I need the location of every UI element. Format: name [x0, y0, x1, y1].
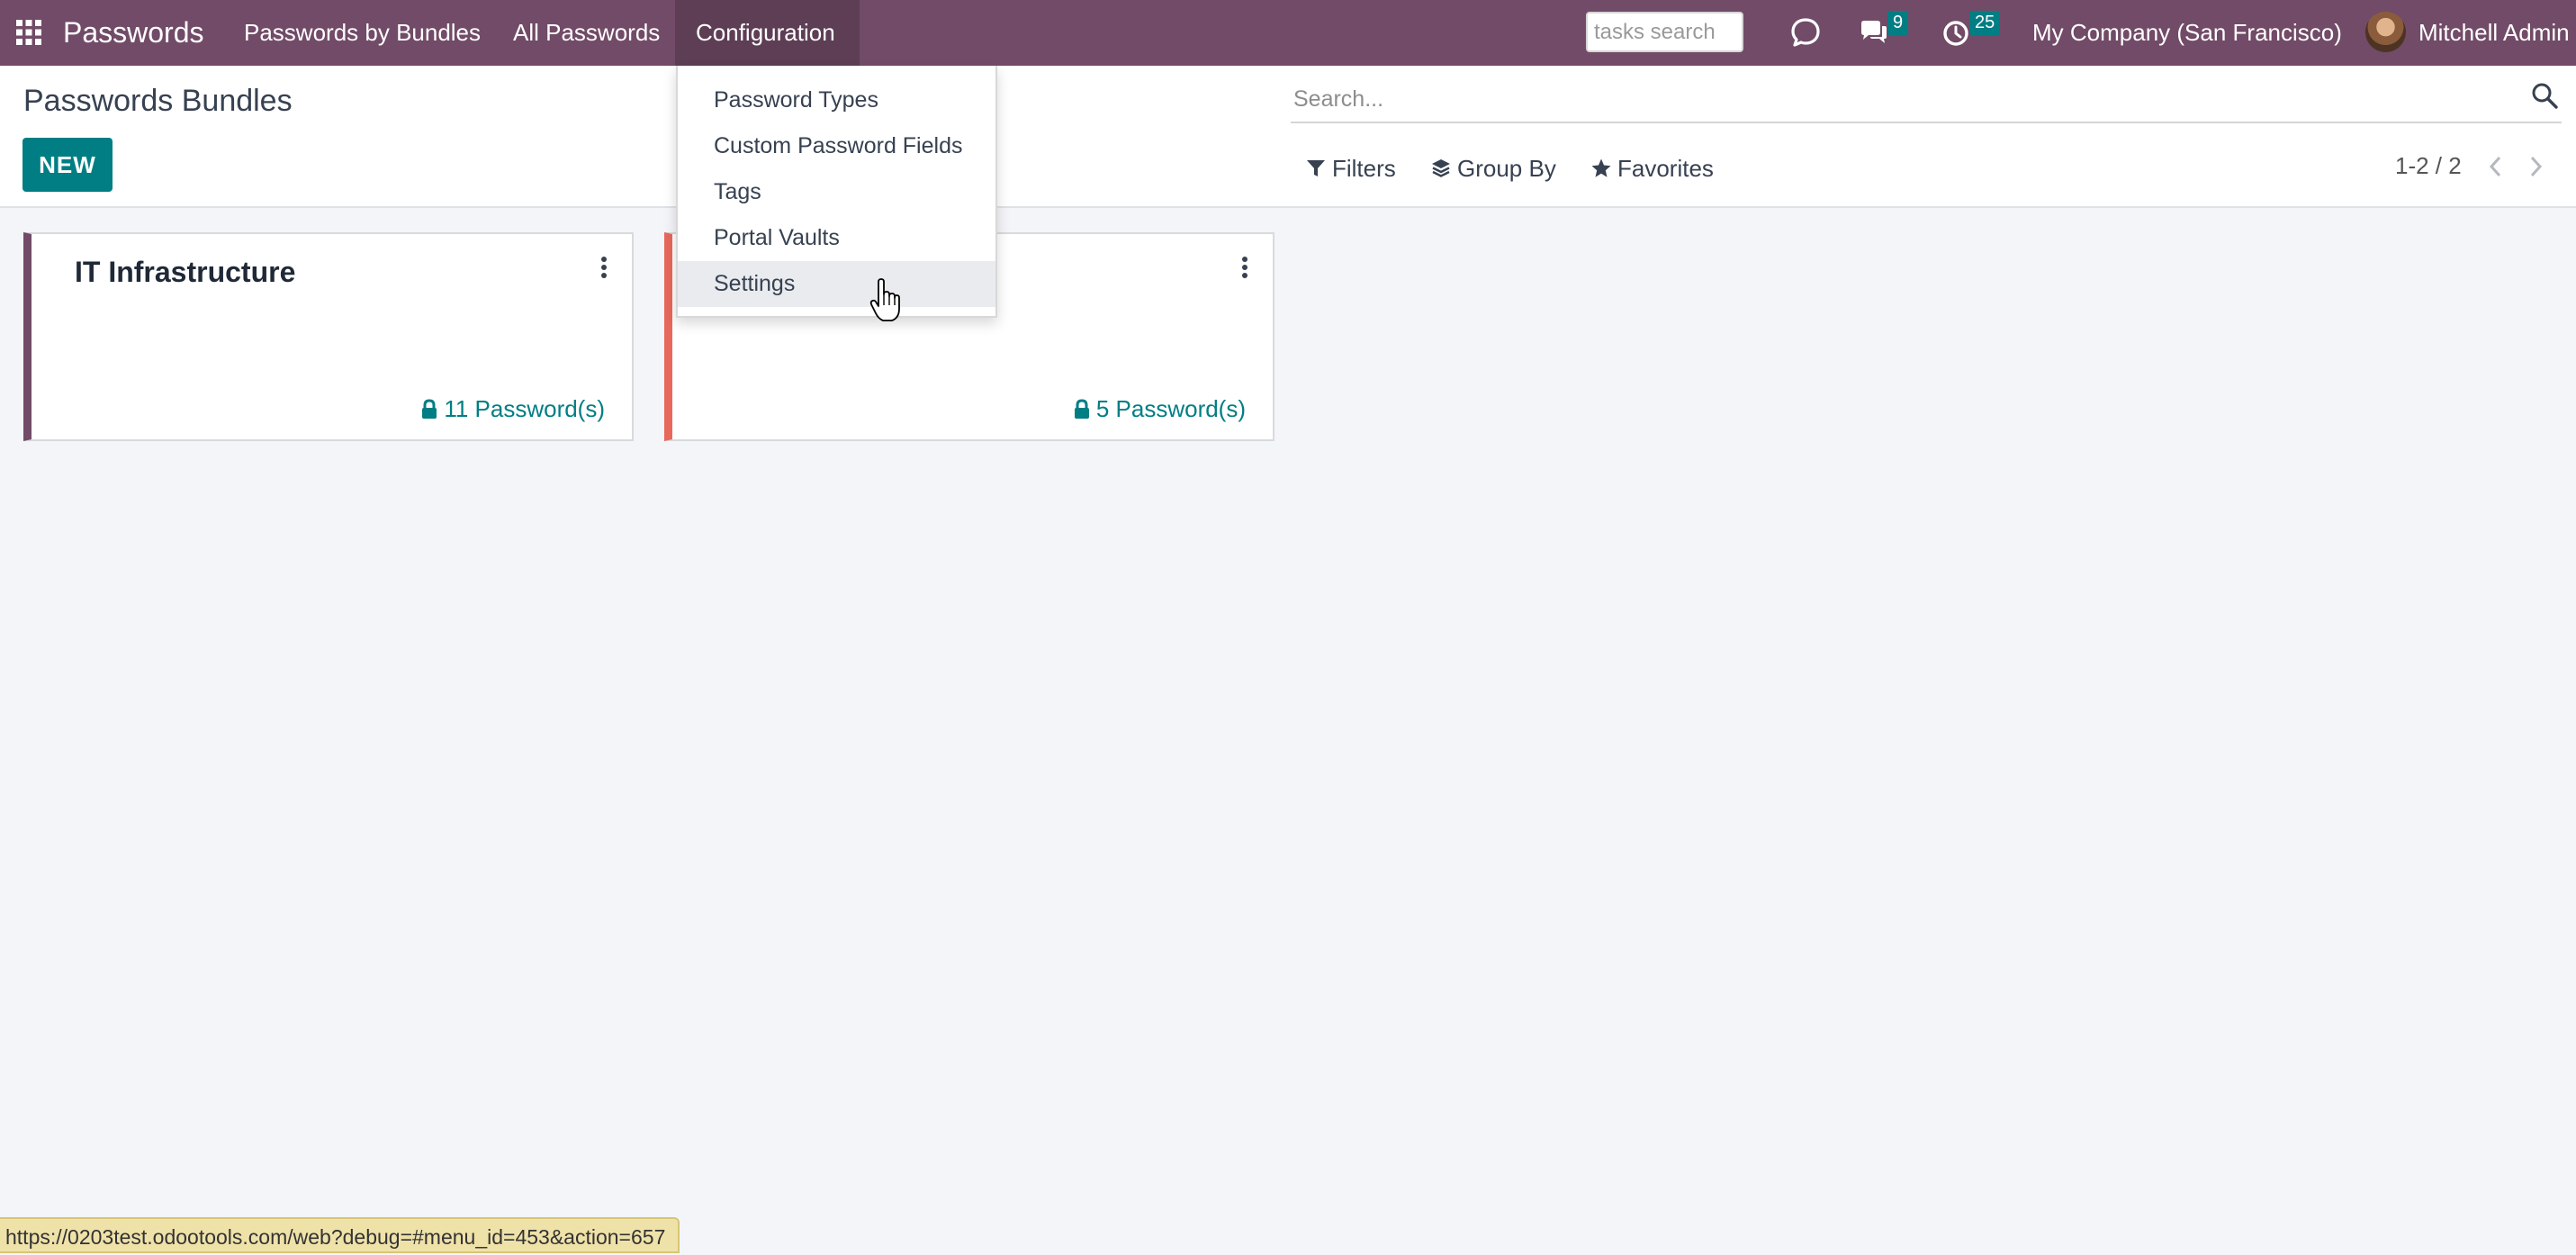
- filters-button[interactable]: Filters: [1305, 152, 1396, 185]
- password-count-label: 11 Password(s): [444, 395, 605, 422]
- password-count-link[interactable]: 5 Password(s): [1073, 395, 1246, 423]
- control-panel: Passwords Bundles NEW Filters Group By F…: [0, 66, 2576, 208]
- apps-grid-icon[interactable]: [16, 20, 41, 45]
- menu-passwords-by-bundles[interactable]: Passwords by Bundles: [244, 0, 481, 66]
- lock-icon: [1074, 398, 1089, 419]
- new-button[interactable]: NEW: [23, 138, 113, 192]
- favorites-button[interactable]: Favorites: [1590, 152, 1714, 185]
- user-avatar[interactable]: [2365, 12, 2406, 52]
- configuration-dropdown: Password Types Custom Password Fields Ta…: [676, 66, 997, 318]
- password-count-link[interactable]: 11 Password(s): [420, 395, 605, 423]
- lock-icon: [422, 398, 437, 419]
- kanban-card[interactable]: IT Infrastructure 11 Password(s): [23, 232, 634, 441]
- pager-next-icon[interactable]: [2522, 150, 2549, 183]
- top-navbar: Passwords Passwords by Bundles All Passw…: [0, 0, 2576, 66]
- menu-item-tags[interactable]: Tags: [678, 169, 995, 215]
- menu-configuration[interactable]: Configuration: [675, 0, 860, 66]
- menu-item-settings[interactable]: Settings: [678, 261, 995, 307]
- search-input[interactable]: [1291, 77, 2562, 123]
- page-title: Passwords Bundles: [23, 84, 293, 118]
- activity-count-badge: 25: [1969, 11, 2001, 35]
- company-switcher[interactable]: My Company (San Francisco): [2032, 0, 2342, 66]
- layers-icon: [1432, 159, 1450, 177]
- vertical-dots-icon[interactable]: [1238, 254, 1251, 283]
- pager-previous-icon[interactable]: [2482, 150, 2509, 183]
- favorites-label: Favorites: [1617, 154, 1714, 182]
- tasks-search-input[interactable]: [1586, 12, 1743, 52]
- vertical-dots-icon[interactable]: [598, 254, 610, 283]
- app-brand[interactable]: Passwords: [63, 14, 204, 50]
- filter-icon: [1307, 160, 1325, 176]
- menu-item-portal-vaults[interactable]: Portal Vaults: [678, 215, 995, 261]
- chat-count-badge: 9: [1887, 11, 1909, 35]
- group-by-label: Group By: [1457, 154, 1556, 182]
- hand-cursor-icon: [869, 278, 900, 323]
- speech-bubble-icon[interactable]: [1789, 16, 1822, 49]
- menu-item-custom-password-fields[interactable]: Custom Password Fields: [678, 123, 995, 169]
- star-icon: [1591, 158, 1611, 177]
- status-bar-url: https://0203test.odootools.com/web?debug…: [0, 1217, 680, 1253]
- activity-clock-icon[interactable]: [1941, 16, 1973, 49]
- group-by-button[interactable]: Group By: [1430, 152, 1556, 185]
- menu-all-passwords[interactable]: All Passwords: [513, 0, 660, 66]
- menu-item-password-types[interactable]: Password Types: [678, 77, 995, 123]
- chat-icon[interactable]: [1858, 16, 1890, 49]
- password-count-label: 5 Password(s): [1095, 395, 1246, 422]
- search-icon[interactable]: [2531, 82, 2558, 109]
- user-menu[interactable]: Mitchell Admin: [2418, 0, 2570, 66]
- card-title: IT Infrastructure: [75, 256, 296, 288]
- filters-label: Filters: [1332, 154, 1396, 182]
- pager-value[interactable]: 1-2 / 2: [2395, 152, 2462, 180]
